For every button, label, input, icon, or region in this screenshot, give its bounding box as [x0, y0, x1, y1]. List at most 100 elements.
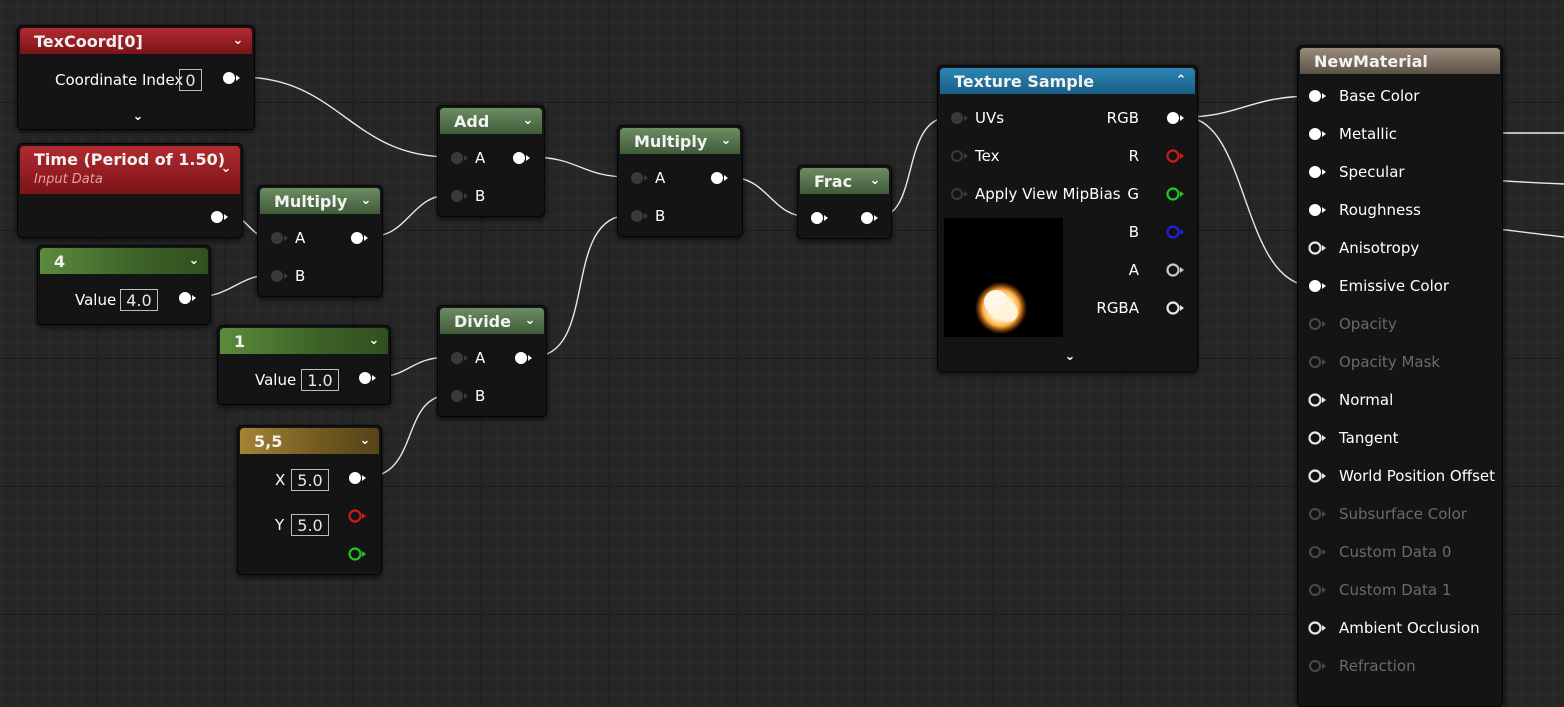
texture-sample-node[interactable]: Texture Sample ⌃ UVs Tex Apply View MipB…	[937, 65, 1198, 372]
output-pin-a[interactable]	[1165, 262, 1185, 278]
coordinate-index-field[interactable]: 0	[179, 69, 202, 91]
output-pin[interactable]	[511, 150, 531, 166]
input-pin[interactable]	[809, 210, 829, 226]
material-input-row[interactable]: Refraction	[1298, 657, 1498, 678]
material-input-pin[interactable]	[1307, 392, 1327, 408]
material-input-row[interactable]: World Position Offset	[1298, 467, 1498, 488]
output-pin-g[interactable]	[1165, 186, 1185, 202]
material-input-pin[interactable]	[1307, 582, 1327, 598]
chevron-down-icon[interactable]: ⌄	[216, 156, 236, 182]
material-input-pin[interactable]	[1307, 430, 1327, 446]
output-pin[interactable]	[177, 290, 197, 306]
output-pin[interactable]	[513, 350, 533, 366]
output-pin[interactable]	[221, 70, 241, 86]
input-pin-mipbias[interactable]	[949, 186, 969, 202]
node-header[interactable]: NewMaterial	[1300, 48, 1500, 74]
material-input-pin[interactable]	[1307, 354, 1327, 370]
chevron-down-icon[interactable]: ⌄	[716, 128, 736, 154]
output-pin-b[interactable]	[1165, 224, 1185, 240]
input-pin-b[interactable]	[629, 208, 649, 224]
time-node[interactable]: Time (Period of 1.50) Input Data ⌄	[17, 143, 243, 238]
frac-node[interactable]: Frac ⌄	[797, 165, 892, 239]
material-input-row[interactable]: Custom Data 1	[1298, 581, 1498, 602]
expand-chevron-icon[interactable]: ⌄	[128, 104, 148, 130]
output-pin[interactable]	[357, 370, 377, 386]
node-header[interactable]: 1 ⌄	[220, 328, 388, 354]
input-pin-b[interactable]	[269, 268, 289, 284]
material-input-row[interactable]: Opacity Mask	[1298, 353, 1498, 374]
output-pin-r[interactable]	[1165, 148, 1185, 164]
chevron-down-icon[interactable]: ⌄	[364, 328, 384, 354]
input-pin-b[interactable]	[449, 388, 469, 404]
material-input-row[interactable]: Base Color	[1298, 87, 1498, 108]
material-input-pin[interactable]	[1307, 88, 1327, 104]
chevron-down-icon[interactable]: ⌄	[520, 308, 540, 334]
constant-4-node[interactable]: 4 ⌄ Value 4.0	[37, 245, 211, 325]
texcoord-node[interactable]: TexCoord[0] ⌄ Coordinate Index 0 ⌄	[17, 25, 255, 130]
input-pin-b[interactable]	[449, 188, 469, 204]
input-pin-a[interactable]	[269, 230, 289, 246]
material-input-pin[interactable]	[1307, 164, 1327, 180]
multiply-node-1[interactable]: Multiply ⌄ A B	[257, 185, 383, 297]
chevron-down-icon[interactable]: ⌄	[184, 248, 204, 274]
output-pin[interactable]	[347, 470, 367, 486]
constant-1-node[interactable]: 1 ⌄ Value 1.0	[217, 325, 391, 405]
material-input-row[interactable]: Normal	[1298, 391, 1498, 412]
output-pin-rgba[interactable]	[1165, 300, 1185, 316]
chevron-down-icon[interactable]: ⌄	[355, 428, 375, 454]
material-input-row[interactable]: Custom Data 0	[1298, 543, 1498, 564]
output-pin[interactable]	[349, 230, 369, 246]
material-input-pin[interactable]	[1307, 126, 1327, 142]
output-pin[interactable]	[859, 210, 879, 226]
output-pin[interactable]	[209, 209, 229, 225]
output-pin[interactable]	[709, 170, 729, 186]
output-pin-r[interactable]	[347, 508, 367, 524]
node-header[interactable]: TexCoord[0] ⌄	[20, 28, 252, 54]
node-header[interactable]: Frac ⌄	[800, 168, 889, 194]
output-pin-rgb[interactable]	[1165, 110, 1185, 126]
y-value-field[interactable]: 5.0	[291, 514, 329, 536]
material-input-pin[interactable]	[1307, 620, 1327, 636]
collapse-chevron-icon[interactable]: ⌄	[1060, 344, 1080, 370]
node-header[interactable]: Time (Period of 1.50) Input Data ⌄	[20, 146, 240, 194]
input-pin-a[interactable]	[629, 170, 649, 186]
material-input-pin[interactable]	[1307, 316, 1327, 332]
material-input-pin[interactable]	[1307, 468, 1327, 484]
input-pin-a[interactable]	[449, 350, 469, 366]
material-input-pin[interactable]	[1307, 658, 1327, 674]
material-input-row[interactable]: Metallic	[1298, 125, 1498, 146]
x-value-field[interactable]: 5.0	[291, 469, 329, 491]
value-field[interactable]: 4.0	[120, 289, 158, 311]
node-header[interactable]: Multiply ⌄	[260, 188, 380, 214]
material-input-row[interactable]: Emissive Color	[1298, 277, 1498, 298]
material-input-row[interactable]: Subsurface Color	[1298, 505, 1498, 526]
chevron-down-icon[interactable]: ⌄	[356, 188, 376, 214]
input-pin-a[interactable]	[449, 150, 469, 166]
chevron-down-icon[interactable]: ⌄	[228, 28, 248, 54]
material-input-pin[interactable]	[1307, 202, 1327, 218]
add-node[interactable]: Add ⌄ A B	[437, 105, 545, 217]
input-pin-uvs[interactable]	[949, 110, 969, 126]
material-result-node[interactable]: NewMaterial Base Color Metallic Specular Ro…	[1297, 45, 1503, 707]
material-input-pin[interactable]	[1307, 506, 1327, 522]
output-pin-g[interactable]	[347, 546, 367, 562]
divide-node[interactable]: Divide ⌄ A B	[437, 305, 547, 417]
material-input-pin[interactable]	[1307, 240, 1327, 256]
material-input-row[interactable]: Anisotropy	[1298, 239, 1498, 260]
material-input-pin[interactable]	[1307, 544, 1327, 560]
vector-5-5-node[interactable]: 5,5 ⌄ X 5.0 Y 5.0	[237, 425, 382, 575]
material-input-row[interactable]: Ambient Occlusion	[1298, 619, 1498, 640]
node-header[interactable]: Multiply ⌄	[620, 128, 740, 154]
node-header[interactable]: 5,5 ⌄	[240, 428, 379, 454]
material-input-row[interactable]: Roughness	[1298, 201, 1498, 222]
chevron-up-icon[interactable]: ⌃	[1171, 68, 1191, 94]
value-field[interactable]: 1.0	[301, 369, 339, 391]
multiply-node-2[interactable]: Multiply ⌄ A B	[617, 125, 743, 237]
material-input-row[interactable]: Specular	[1298, 163, 1498, 184]
chevron-down-icon[interactable]: ⌄	[865, 168, 885, 194]
material-input-row[interactable]: Tangent	[1298, 429, 1498, 450]
node-header[interactable]: Texture Sample ⌃	[940, 68, 1195, 94]
material-input-row[interactable]: Opacity	[1298, 315, 1498, 336]
node-header[interactable]: Add ⌄	[440, 108, 542, 134]
material-input-pin[interactable]	[1307, 278, 1327, 294]
